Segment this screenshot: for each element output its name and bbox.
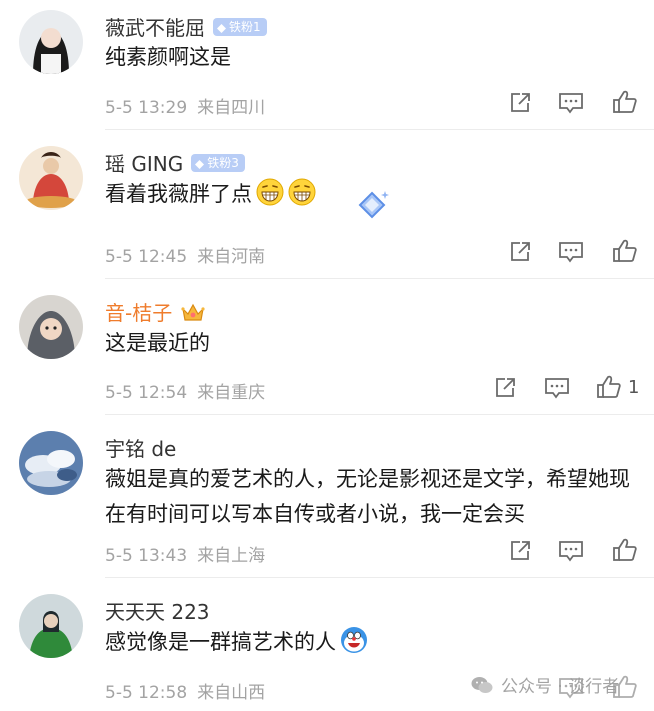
comment-date: 5-5 12:45 [105, 247, 188, 267]
like-icon[interactable] [611, 88, 639, 116]
comment-icon[interactable] [557, 537, 585, 565]
comment-text: 感觉像是一群搞艺术的人 [105, 625, 635, 660]
comment-meta: 5-5 12:45 来自河南 [105, 242, 275, 267]
comment-meta: 5-5 12:54 来自重庆 [105, 378, 275, 403]
fan-badge: 铁粉1 [213, 17, 267, 36]
repost-icon[interactable] [506, 238, 534, 266]
watermark-text: 公众号 · 谈行者 [501, 677, 620, 697]
like-icon[interactable] [595, 373, 623, 401]
comment-icon[interactable] [557, 89, 585, 117]
sparkle-gem-icon [355, 188, 389, 226]
divider [105, 577, 654, 578]
comment-meta: 5-5 12:58 来自山西 [105, 678, 275, 703]
comment-text: 这是最近的 [105, 331, 210, 355]
comment-date: 5-5 12:54 [105, 383, 188, 403]
username-text[interactable]: 宇铭 de [105, 433, 176, 462]
watermark: 公众号 · 谈行者 [471, 672, 619, 697]
grin-emoji-icon [288, 178, 316, 206]
username[interactable]: 天天天 223 [105, 596, 210, 625]
username[interactable]: 宇铭 de [105, 433, 176, 462]
divider [105, 129, 654, 130]
divider [105, 414, 654, 415]
repost-icon[interactable] [491, 374, 519, 402]
like-icon[interactable] [611, 536, 639, 564]
grin-emoji-icon [256, 178, 284, 206]
comment-meta: 5-5 13:43 来自上海 [105, 541, 275, 566]
comment-date: 5-5 12:58 [105, 683, 188, 703]
like-count: 1 [628, 377, 640, 398]
divider [105, 278, 654, 279]
comment-text: 纯素颜啊这是 [105, 45, 231, 69]
avatar[interactable] [19, 295, 83, 359]
comment-icon[interactable] [543, 374, 571, 402]
gem-icon [217, 22, 226, 33]
comment-text: 薇姐是真的爱艺术的人，无论是影视还是文学，希望她现在有时间可以写本自传或者小说，… [105, 467, 630, 526]
comment-date: 5-5 13:43 [105, 546, 188, 566]
robot-emoji-icon [340, 626, 368, 654]
fan-badge: 铁粉3 [191, 153, 245, 172]
comment-location: 来自河南 [197, 247, 266, 267]
username[interactable]: 薇武不能屈 铁粉1 [105, 12, 267, 41]
comment-meta: 5-5 13:29 来自四川 [105, 93, 275, 118]
crown-icon [180, 301, 206, 323]
repost-icon[interactable] [506, 89, 534, 117]
username-text[interactable]: 薇武不能屈 [105, 12, 205, 41]
avatar[interactable] [19, 10, 83, 74]
username-text[interactable]: 天天天 223 [105, 596, 210, 625]
repost-icon[interactable] [506, 537, 534, 565]
avatar[interactable] [19, 431, 83, 495]
username-text[interactable]: 瑶 GING [105, 148, 183, 177]
avatar[interactable] [19, 146, 83, 210]
username[interactable]: 瑶 GING 铁粉3 [105, 148, 245, 177]
wechat-icon [471, 676, 493, 694]
comment-icon[interactable] [557, 238, 585, 266]
comment-location: 来自重庆 [197, 383, 266, 403]
comment-location: 来自四川 [197, 98, 266, 118]
avatar[interactable] [19, 594, 83, 658]
comment-location: 来自山西 [197, 683, 266, 703]
username[interactable]: 音-桔子 [105, 297, 206, 326]
like-icon[interactable] [611, 237, 639, 265]
gem-icon [195, 158, 205, 169]
comment-location: 来自上海 [197, 546, 266, 566]
username-text[interactable]: 音-桔子 [105, 297, 172, 326]
comment-date: 5-5 13:29 [105, 98, 188, 118]
